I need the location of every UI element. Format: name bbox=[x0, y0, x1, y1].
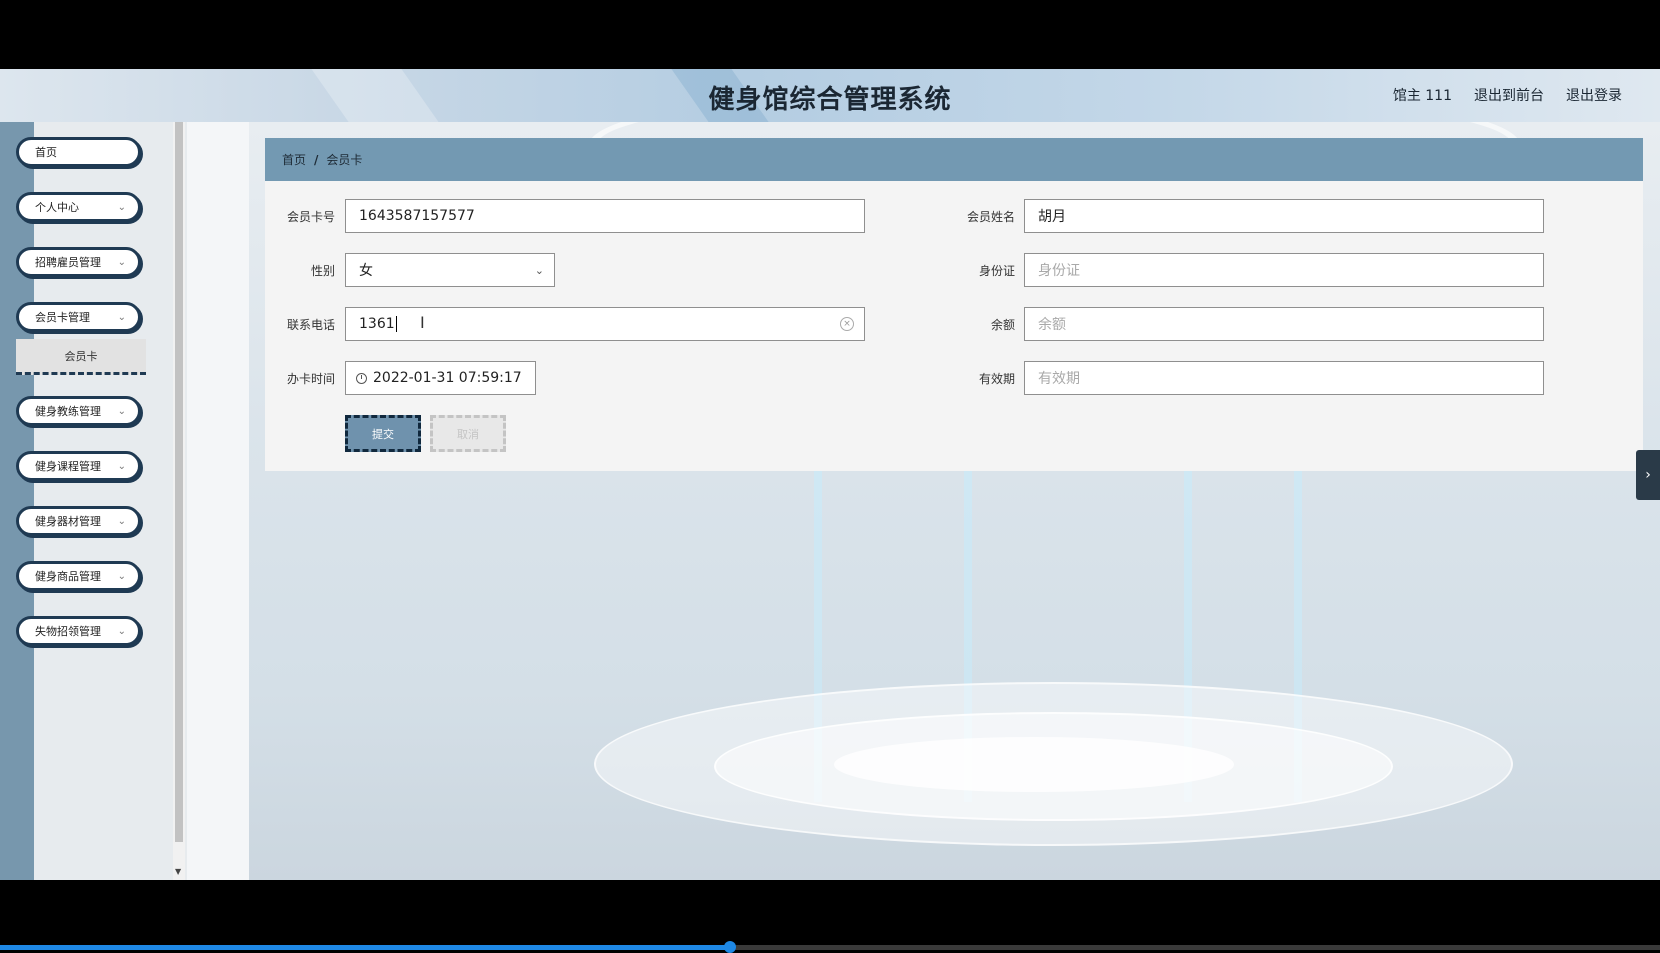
balance-input[interactable]: 余额 bbox=[1024, 307, 1544, 341]
back-to-front-link[interactable]: 退出到前台 bbox=[1474, 85, 1544, 105]
gender-value: 女 bbox=[359, 263, 373, 279]
chevron-down-icon: ⌄ bbox=[534, 264, 544, 277]
breadcrumb-home[interactable]: 首页 bbox=[282, 151, 306, 168]
header-links: 馆主 111 退出到前台 退出登录 bbox=[1393, 85, 1622, 105]
sidebar-item-home[interactable]: 首页 bbox=[16, 137, 141, 167]
card-no-label: 会员卡号 bbox=[286, 210, 335, 224]
valid-until-placeholder: 有效期 bbox=[1038, 371, 1080, 387]
letterbox-top bbox=[0, 0, 1660, 69]
sidebar-item-member-card[interactable]: 会员卡管理 ⌄ bbox=[16, 302, 141, 332]
sidebar-item-label: 个人中心 bbox=[35, 201, 79, 214]
member-name-label: 会员姓名 bbox=[966, 210, 1015, 224]
breadcrumb-separator: / bbox=[314, 152, 319, 167]
sidebar-item-lost-found[interactable]: 失物招领管理 ⌄ bbox=[16, 616, 141, 646]
sidebar: 首页 个人中心 ⌄ 招聘雇员管理 ⌄ 会员卡管理 ⌄ 会员卡 健身教练管理 ⌄ … bbox=[0, 122, 187, 880]
chevron-down-icon: ⌄ bbox=[117, 571, 126, 582]
chevron-down-icon: ⌄ bbox=[117, 312, 126, 323]
app-title: 健身馆综合管理系统 bbox=[708, 85, 952, 115]
gender-select[interactable]: 女 ⌄ bbox=[345, 253, 555, 287]
sidebar-item-label: 健身商品管理 bbox=[35, 570, 101, 583]
clock-icon bbox=[356, 372, 367, 384]
sidebar-item-profile[interactable]: 个人中心 ⌄ bbox=[16, 192, 141, 222]
clear-icon[interactable]: × bbox=[840, 317, 854, 331]
content-gutter bbox=[187, 122, 249, 880]
chevron-down-icon: ⌄ bbox=[117, 516, 126, 527]
chevron-down-icon: ⌄ bbox=[117, 406, 126, 417]
user-label: 馆主 111 bbox=[1392, 88, 1452, 104]
submit-button[interactable]: 提交 bbox=[345, 415, 421, 452]
valid-until-input[interactable]: 有效期 bbox=[1024, 361, 1544, 395]
sidebar-item-goods[interactable]: 健身商品管理 ⌄ bbox=[16, 561, 141, 591]
card-no-value: 1643587157577 bbox=[359, 208, 475, 224]
balance-label: 余额 bbox=[990, 318, 1015, 332]
background-decoration bbox=[834, 737, 1234, 792]
phone-label: 联系电话 bbox=[286, 318, 335, 332]
phone-value: 1361 bbox=[359, 316, 395, 332]
sidebar-item-label: 会员卡管理 bbox=[35, 311, 90, 324]
text-cursor bbox=[395, 316, 397, 332]
sidebar-item-label: 失物招领管理 bbox=[35, 625, 101, 638]
scroll-down-icon[interactable]: ▼ bbox=[175, 867, 181, 876]
sidebar-item-recruitment[interactable]: 招聘雇员管理 ⌄ bbox=[16, 247, 141, 277]
id-card-label: 身份证 bbox=[978, 264, 1015, 278]
header-decoration bbox=[311, 69, 439, 122]
issue-time-label: 办卡时间 bbox=[286, 372, 335, 386]
header: 健身馆综合管理系统 馆主 111 退出到前台 退出登录 bbox=[0, 69, 1660, 123]
video-progress-fill bbox=[0, 945, 731, 950]
sidebar-item-coach[interactable]: 健身教练管理 ⌄ bbox=[16, 396, 141, 426]
id-card-placeholder: 身份证 bbox=[1038, 263, 1080, 279]
issue-time-value: 2022-01-31 07:59:17 bbox=[373, 370, 522, 386]
sidebar-item-label: 健身器材管理 bbox=[35, 515, 101, 528]
gender-label: 性别 bbox=[310, 264, 335, 278]
sidebar-item-label: 首页 bbox=[35, 146, 57, 159]
chevron-down-icon: ⌄ bbox=[117, 257, 126, 268]
video-progress-bar[interactable] bbox=[0, 941, 1660, 953]
sidebar-item-label: 招聘雇员管理 bbox=[35, 256, 101, 269]
video-progress-knob[interactable] bbox=[724, 941, 737, 953]
submenu-item-member-card[interactable]: 会员卡 bbox=[16, 339, 146, 375]
logout-link[interactable]: 退出登录 bbox=[1566, 85, 1622, 105]
main-content: 首页 / 会员卡 会员卡号 1643587157577 会员姓名 胡月 性别 女… bbox=[249, 122, 1660, 880]
chevron-down-icon: ⌄ bbox=[117, 626, 126, 637]
scrollbar-thumb[interactable] bbox=[175, 122, 183, 842]
card-no-input[interactable]: 1643587157577 bbox=[345, 199, 865, 233]
breadcrumb: 首页 / 会员卡 bbox=[265, 138, 1643, 181]
letterbox-bottom bbox=[0, 880, 1660, 950]
member-name-input[interactable]: 胡月 bbox=[1024, 199, 1544, 233]
breadcrumb-current: 会员卡 bbox=[326, 153, 363, 167]
ibeam-cursor-icon: I bbox=[420, 313, 425, 332]
sidebar-item-label: 健身课程管理 bbox=[35, 460, 101, 473]
cancel-button[interactable]: 取消 bbox=[430, 415, 506, 452]
side-expand-tab[interactable]: › bbox=[1636, 450, 1660, 500]
sidebar-item-equipment[interactable]: 健身器材管理 ⌄ bbox=[16, 506, 141, 536]
balance-placeholder: 余额 bbox=[1038, 317, 1066, 333]
sidebar-item-label: 健身教练管理 bbox=[35, 405, 101, 418]
member-card-form: 会员卡号 1643587157577 会员姓名 胡月 性别 女 ⌄ 身份证 身份… bbox=[265, 181, 1643, 471]
chevron-right-icon: › bbox=[1645, 467, 1651, 483]
issue-time-picker[interactable]: 2022-01-31 07:59:17 bbox=[345, 361, 536, 395]
valid-until-label: 有效期 bbox=[978, 372, 1015, 386]
member-name-value: 胡月 bbox=[1038, 209, 1066, 225]
submenu-item-label: 会员卡 bbox=[64, 349, 98, 363]
id-card-input[interactable]: 身份证 bbox=[1024, 253, 1544, 287]
chevron-down-icon: ⌄ bbox=[117, 202, 126, 213]
sidebar-rail bbox=[0, 122, 34, 880]
app-window: 健身馆综合管理系统 馆主 111 退出到前台 退出登录 首页 个人中心 ⌄ 招聘… bbox=[0, 69, 1660, 880]
sidebar-scrollbar[interactable]: ▼ bbox=[173, 122, 185, 880]
chevron-down-icon: ⌄ bbox=[117, 461, 126, 472]
sidebar-item-course[interactable]: 健身课程管理 ⌄ bbox=[16, 451, 141, 481]
